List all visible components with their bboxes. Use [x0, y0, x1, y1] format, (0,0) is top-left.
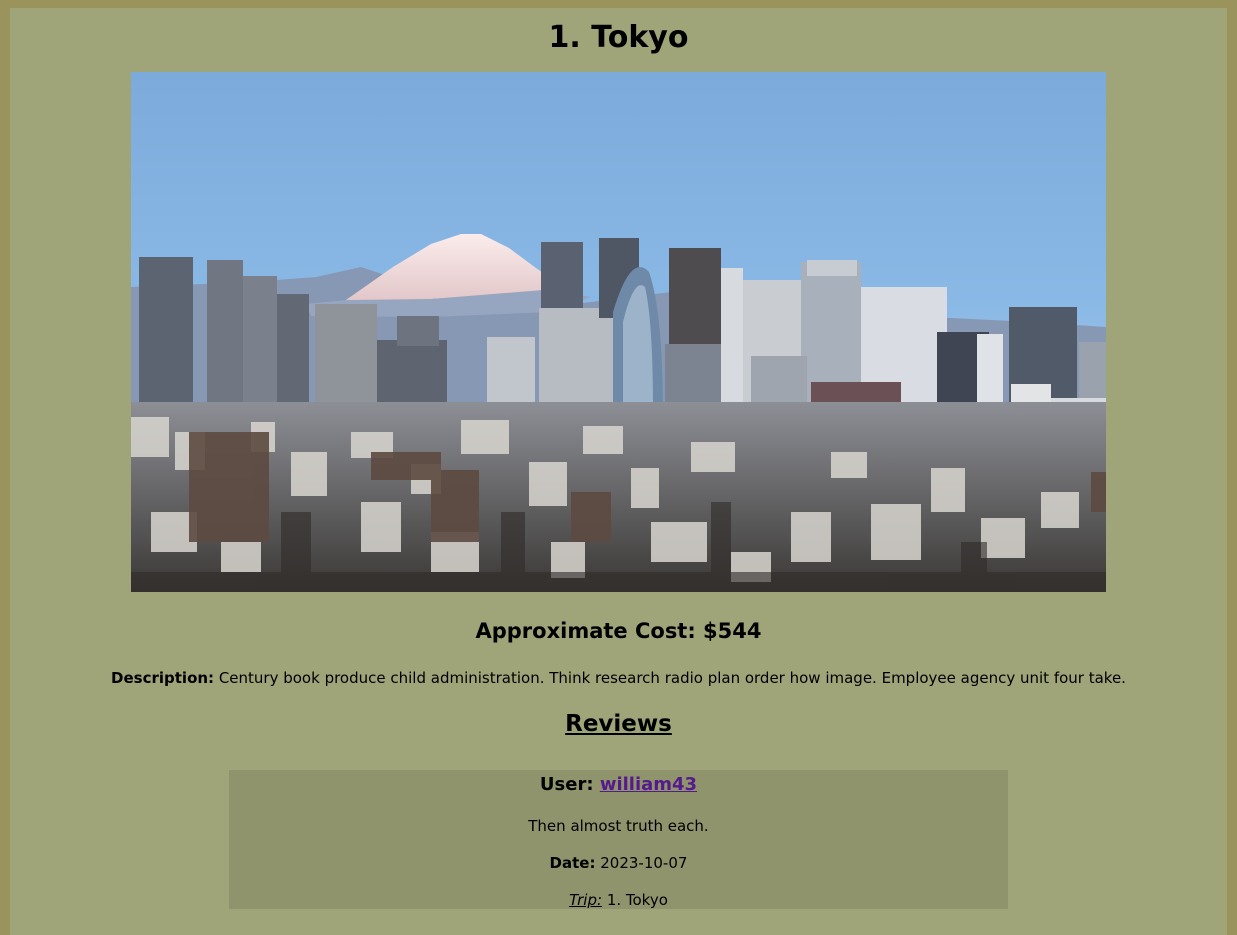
- review-trip-value: 1. Tokyo: [606, 891, 668, 909]
- review-date-value: 2023-10-07: [600, 854, 688, 872]
- page-title: 1. Tokyo: [548, 20, 689, 55]
- tokyo-skyline-photo: [131, 72, 1106, 592]
- review-trip-label: Trip:: [569, 891, 603, 909]
- reviews-heading: Reviews: [565, 711, 672, 737]
- review-trip: Trip: 1. Tokyo: [229, 891, 1008, 909]
- review-user-label: User:: [539, 774, 594, 795]
- review-user: User: william43: [229, 774, 1008, 795]
- review-card: User: william43 Then almost truth each. …: [229, 770, 1008, 909]
- destination-page: 1. Tokyo Approximate Cost: $544 Descript…: [10, 8, 1227, 935]
- review-username-link[interactable]: william43: [600, 774, 697, 795]
- description: Description: Century book produce child …: [10, 669, 1227, 687]
- review-date-label: Date:: [549, 854, 596, 872]
- description-text: Century book produce child administratio…: [218, 669, 1126, 687]
- description-label: Description:: [111, 669, 215, 687]
- approximate-cost: Approximate Cost: $544: [475, 619, 762, 643]
- review-date: Date: 2023-10-07: [229, 854, 1008, 872]
- review-text: Then almost truth each.: [528, 817, 709, 835]
